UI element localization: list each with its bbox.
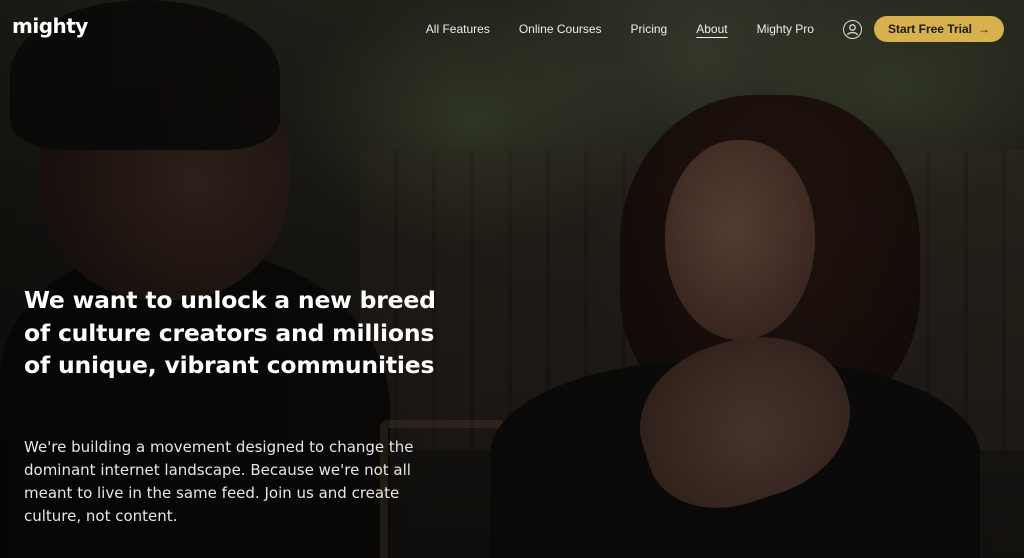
start-free-trial-button[interactable]: Start Free Trial → [873,16,1004,42]
mighty-logo[interactable]: mighty [12,14,88,38]
nav-link-about[interactable]: About [696,22,727,36]
nav-link-pricing[interactable]: Pricing [631,22,668,36]
nav-links: All Features Online Courses Pricing Abou… [426,14,1004,44]
cta-label: Start Free Trial [887,22,972,36]
nav-link-mighty-pro[interactable]: Mighty Pro [757,22,814,36]
user-circle-icon[interactable] [842,19,862,39]
nav-link-all-features[interactable]: All Features [426,22,490,36]
nav-link-online-courses[interactable]: Online Courses [519,22,602,36]
hero-heading: We want to unlock a new breed of culture… [24,286,436,379]
arrow-right-icon: → [978,22,990,36]
hero-paragraph: We're building a movement designed to ch… [24,438,414,525]
top-navbar: mighty All Features Online Courses Prici… [0,0,1024,58]
